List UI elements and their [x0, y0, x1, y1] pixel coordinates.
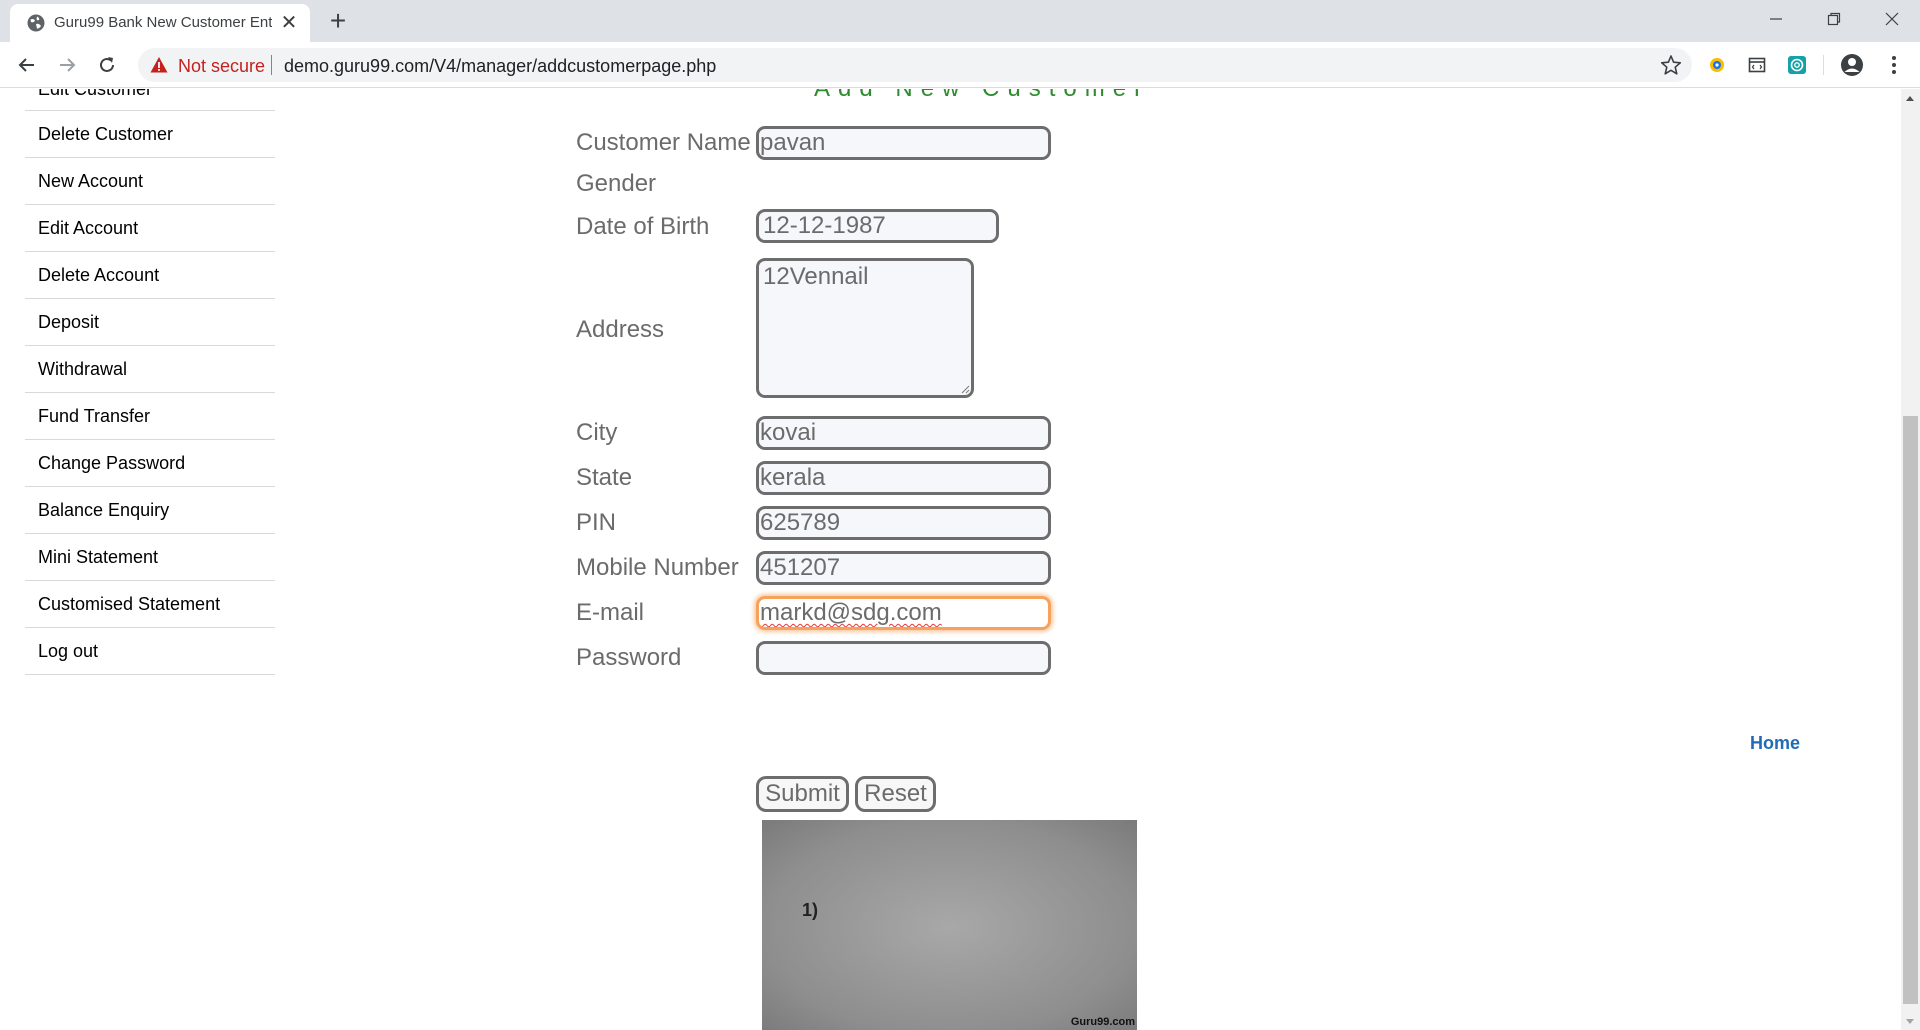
- scroll-thumb[interactable]: [1903, 416, 1918, 1004]
- kebab-menu-icon[interactable]: [1882, 53, 1906, 77]
- toolbar-divider: [1823, 55, 1824, 75]
- password-label: Password: [576, 644, 682, 671]
- extension-icon[interactable]: [1745, 53, 1769, 77]
- vertical-scrollbar[interactable]: [1901, 89, 1920, 1030]
- dob-input[interactable]: 12-12-1987: [756, 209, 999, 243]
- reset-button[interactable]: Reset: [855, 776, 936, 812]
- browser-tab-strip: Guru99 Bank New Customer Entry Page ✕ +: [0, 0, 1920, 42]
- globe-icon: [27, 14, 45, 32]
- tab-title: Guru99 Bank New Customer Entry Page: [54, 14, 272, 31]
- restore-icon[interactable]: [1806, 0, 1862, 38]
- forward-arrow-icon[interactable]: [51, 49, 83, 81]
- sidebar-item-delete-customer[interactable]: Delete Customer: [25, 111, 275, 158]
- tutorial-image[interactable]: 1) Guru99.com: [762, 820, 1137, 1030]
- state-input[interactable]: kerala: [756, 461, 1051, 495]
- sidebar-item-delete-account[interactable]: Delete Account: [25, 252, 275, 299]
- email-label: E-mail: [576, 599, 645, 626]
- password-input[interactable]: [756, 641, 1051, 675]
- customer-name-input[interactable]: pavan: [756, 126, 1051, 160]
- scroll-down-arrow-icon[interactable]: [1906, 1019, 1914, 1024]
- email-input[interactable]: markd@sdg.com: [756, 596, 1051, 630]
- city-label: City: [576, 419, 618, 446]
- tutorial-brand-label: Guru99.com: [1070, 1016, 1135, 1028]
- sidebar-item-edit-customer[interactable]: Edit Customer: [25, 89, 275, 111]
- home-link[interactable]: Home: [1750, 733, 1800, 754]
- sidebar-item-withdrawal[interactable]: Withdrawal: [25, 346, 275, 393]
- browser-toolbar: Not secure demo.guru99.com/V4/manager/ad…: [0, 42, 1920, 88]
- sidebar-item-new-account[interactable]: New Account: [25, 158, 275, 205]
- tutorial-step-label: 1): [802, 900, 819, 920]
- sidebar-menu: Edit Customer Delete Customer New Accoun…: [25, 89, 275, 675]
- resize-grip-icon[interactable]: [960, 384, 970, 394]
- omnibox-divider: [271, 55, 272, 75]
- extension-icon[interactable]: [1705, 53, 1729, 77]
- dob-label: Date of Birth: [576, 213, 710, 240]
- warning-icon: [150, 57, 168, 73]
- star-icon[interactable]: [1660, 54, 1682, 76]
- pin-input[interactable]: 625789: [756, 506, 1051, 540]
- sidebar-item-log-out[interactable]: Log out: [25, 628, 275, 675]
- reload-icon[interactable]: [91, 49, 123, 81]
- sidebar-item-change-password[interactable]: Change Password: [25, 440, 275, 487]
- customer-name-label: Customer Name: [576, 129, 751, 156]
- extension-icon[interactable]: [1785, 53, 1809, 77]
- email-text: markd@sdg.com: [760, 599, 942, 626]
- sidebar-item-customised-statement[interactable]: Customised Statement: [25, 581, 275, 628]
- state-label: State: [576, 464, 633, 491]
- minimize-icon[interactable]: [1748, 0, 1804, 38]
- window-close-icon[interactable]: [1864, 0, 1920, 38]
- account-icon[interactable]: [1840, 53, 1864, 77]
- mobile-input[interactable]: 451207: [756, 551, 1051, 585]
- sidebar-item-mini-statement[interactable]: Mini Statement: [25, 534, 275, 581]
- page-content: Edit Customer Delete Customer New Accoun…: [0, 89, 1901, 1030]
- sidebar-item-fund-transfer[interactable]: Fund Transfer: [25, 393, 275, 440]
- sidebar-item-balance-enquiry[interactable]: Balance Enquiry: [25, 487, 275, 534]
- scroll-up-arrow-icon[interactable]: [1906, 96, 1914, 101]
- address-label: Address: [576, 316, 665, 343]
- address-text: 12Vennail: [763, 263, 869, 290]
- url-text[interactable]: demo.guru99.com/V4/manager/addcustomerpa…: [284, 56, 716, 77]
- back-arrow-icon[interactable]: [11, 49, 43, 81]
- address-textarea[interactable]: 12Vennail: [756, 258, 974, 398]
- city-input[interactable]: kovai: [756, 416, 1051, 450]
- close-icon[interactable]: ✕: [278, 12, 300, 34]
- sidebar-item-edit-account[interactable]: Edit Account: [25, 205, 275, 252]
- browser-tab[interactable]: Guru99 Bank New Customer Entry Page ✕: [10, 4, 310, 42]
- address-bar[interactable]: Not secure demo.guru99.com/V4/manager/ad…: [138, 48, 1692, 82]
- plus-icon[interactable]: +: [322, 6, 354, 36]
- page-title: Add New Customer: [814, 89, 1150, 103]
- pin-label: PIN: [576, 509, 617, 536]
- mobile-label: Mobile Number: [576, 554, 739, 581]
- sidebar-item-deposit[interactable]: Deposit: [25, 299, 275, 346]
- not-secure-label[interactable]: Not secure: [178, 56, 265, 77]
- gender-label: Gender: [576, 170, 657, 197]
- submit-button[interactable]: Submit: [756, 776, 849, 812]
